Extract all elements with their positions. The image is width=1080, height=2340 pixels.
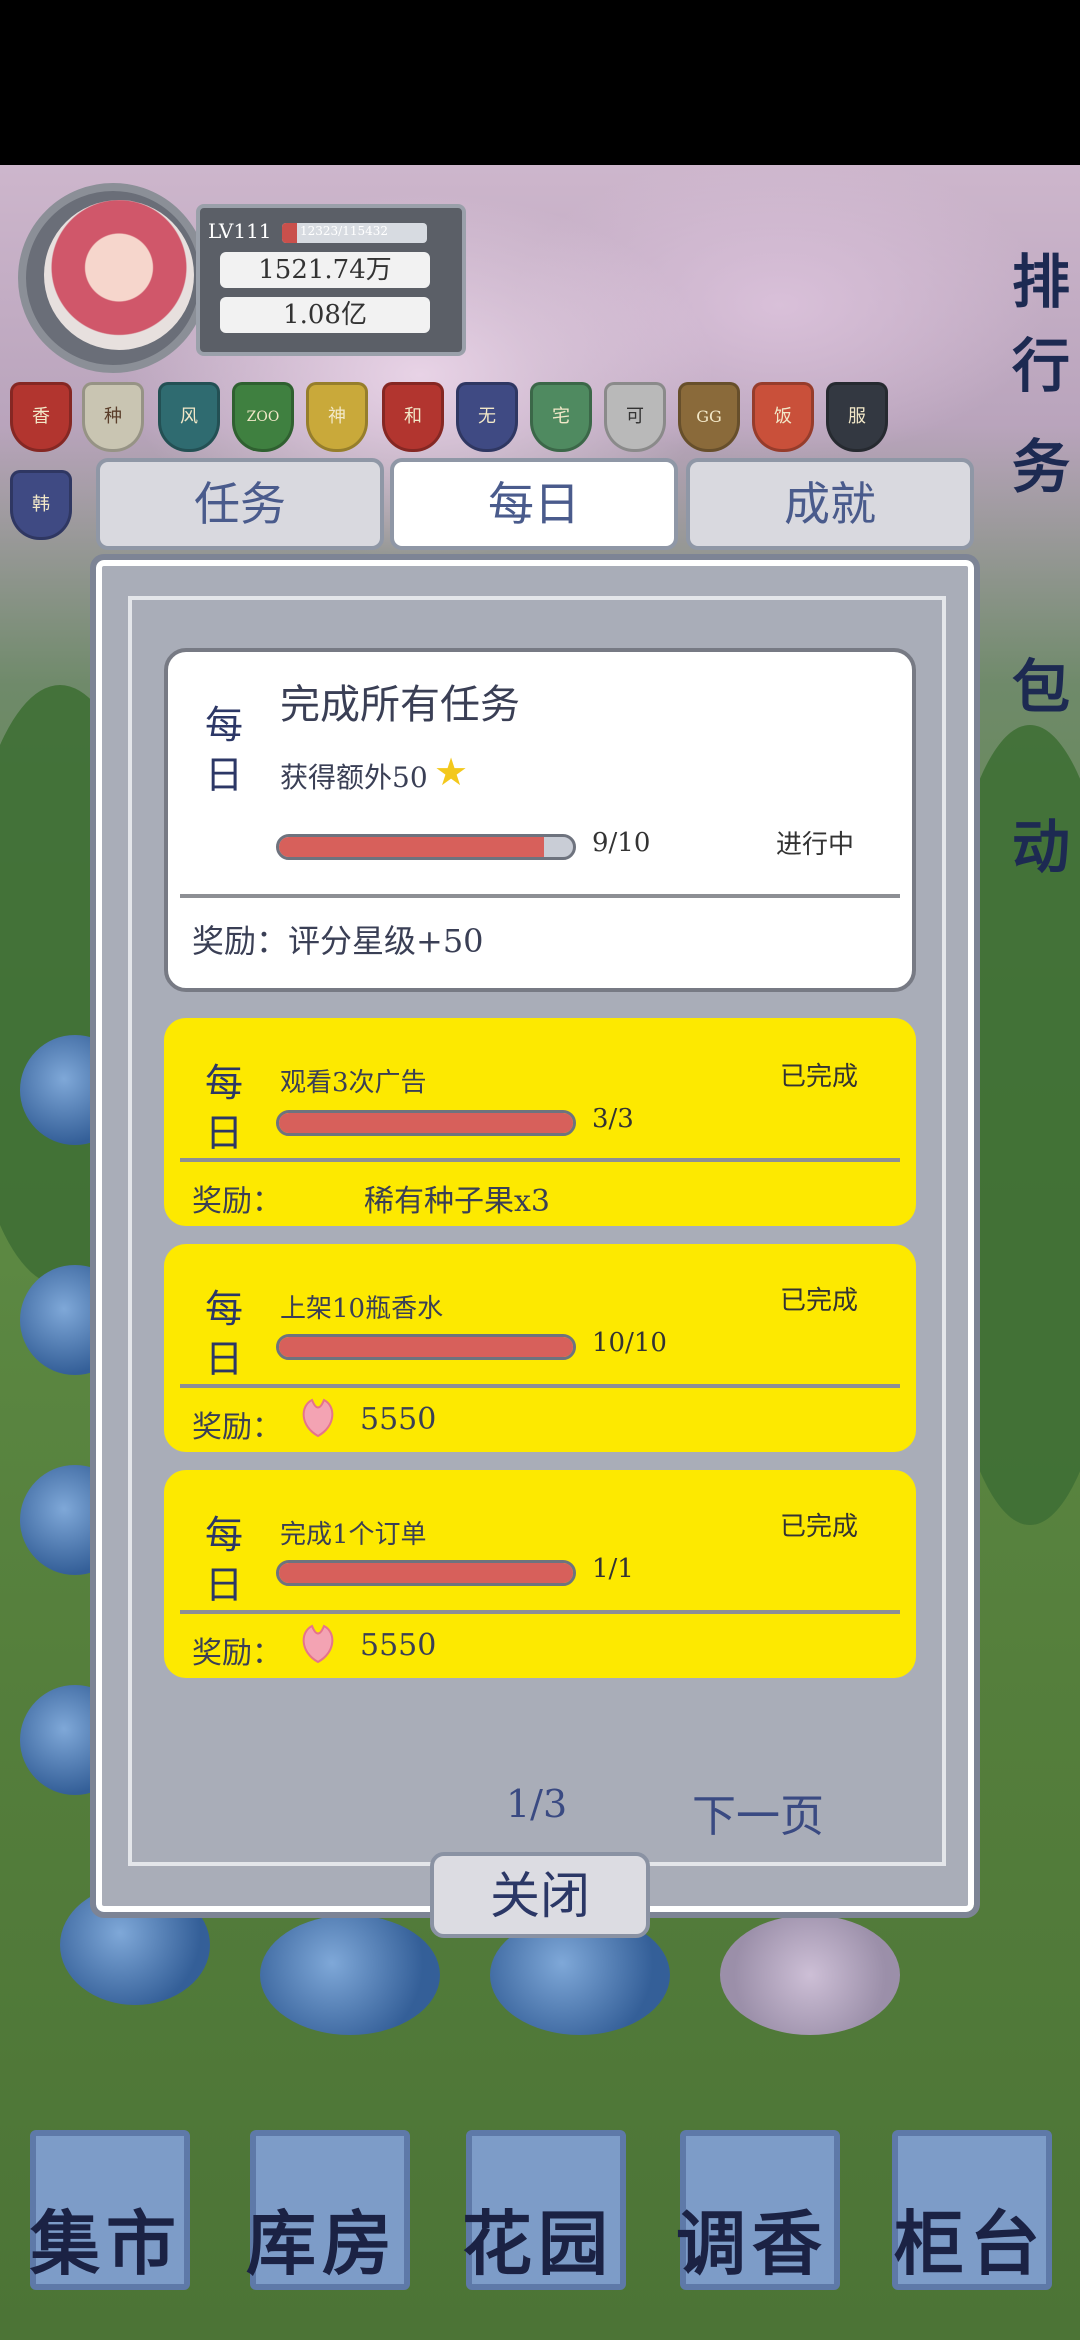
- task-progress-fill: [279, 1563, 573, 1583]
- tab-daily[interactable]: 每日: [390, 458, 678, 550]
- task-title: 完成1个订单: [280, 1520, 427, 1550]
- tab-tasks[interactable]: 任务: [96, 458, 384, 550]
- bag-button[interactable]: 包: [960, 640, 1070, 770]
- badge-11[interactable]: 服: [826, 382, 888, 452]
- level-label: LV111: [208, 219, 272, 243]
- currency-primary: 1521.74万: [220, 252, 430, 288]
- xp-text: 12323/115432: [300, 224, 389, 238]
- daily-label: 每日: [204, 1287, 243, 1381]
- reward-label: 奖励：: [192, 1184, 282, 1219]
- badge-9[interactable]: GG: [678, 382, 740, 452]
- task-progress: [276, 1560, 576, 1586]
- currency-secondary: 1.08亿: [220, 297, 430, 333]
- task-status: 已完成: [780, 1512, 859, 1542]
- ranking-button[interactable]: 排行: [960, 235, 1070, 400]
- daily-label: 每日: [204, 703, 243, 797]
- badge-5[interactable]: 和: [382, 382, 444, 452]
- task-status: 已完成: [780, 1062, 859, 1092]
- nav-counter[interactable]: 柜台: [894, 2188, 1046, 2289]
- badge-0[interactable]: 香: [10, 382, 72, 452]
- close-button[interactable]: 关闭: [430, 1852, 650, 1938]
- divider: [180, 1158, 900, 1162]
- task-progress: [276, 1334, 576, 1360]
- main-task-reward: 奖励：评分星级+50: [192, 922, 484, 960]
- task-progress: [276, 1110, 576, 1136]
- task-title: 上架10瓶香水: [280, 1294, 444, 1324]
- badge-4[interactable]: 神: [306, 382, 368, 452]
- badge-8[interactable]: 可: [604, 382, 666, 452]
- reward-value: 稀有种子果x3: [364, 1184, 551, 1219]
- main-task-status: 进行中: [776, 830, 855, 860]
- reward-value: 5550: [360, 1628, 437, 1663]
- main-task-progress-fill: [279, 837, 544, 857]
- task-progress-fill: [279, 1113, 573, 1133]
- main-task-progress: [276, 834, 576, 860]
- main-task-subtitle: 获得额外50: [280, 761, 428, 794]
- divider: [180, 1610, 900, 1614]
- badge-10[interactable]: 饭: [752, 382, 814, 452]
- nav-warehouse[interactable]: 库房: [246, 2188, 398, 2289]
- tasks-button[interactable]: 务: [960, 420, 1070, 550]
- badge-1[interactable]: 种: [82, 382, 144, 452]
- reward-label: 奖励：: [192, 1410, 282, 1445]
- xp-bar-fill: [282, 223, 297, 243]
- divider: [180, 1384, 900, 1388]
- badge-7[interactable]: 宅: [530, 382, 592, 452]
- task-progress-text: 1/1: [592, 1554, 634, 1584]
- nav-perfume[interactable]: 调香: [676, 2188, 828, 2289]
- petal-icon: [302, 1398, 334, 1438]
- task-status: 已完成: [780, 1286, 859, 1316]
- task-progress-text: 10/10: [592, 1328, 667, 1358]
- task-title: 观看3次广告: [280, 1068, 427, 1098]
- main-task-progress-text: 9/10: [592, 828, 651, 858]
- pond: [260, 1915, 440, 2035]
- main-task-title: 完成所有任务: [280, 682, 520, 728]
- task-progress-fill: [279, 1337, 573, 1357]
- badge-2[interactable]: 风: [158, 382, 220, 452]
- avatar[interactable]: [44, 200, 194, 350]
- petal-icon: [302, 1624, 334, 1664]
- reward-label: 奖励：: [192, 1636, 282, 1671]
- badge-12[interactable]: 韩: [10, 470, 72, 540]
- activity-button[interactable]: 动: [960, 800, 1070, 930]
- pond: [720, 1915, 900, 2035]
- page-indicator: 1/3: [506, 1782, 568, 1826]
- daily-label: 每日: [204, 1061, 243, 1155]
- task-progress-text: 3/3: [592, 1104, 634, 1134]
- reward-value: 5550: [360, 1402, 437, 1437]
- daily-label: 每日: [204, 1513, 243, 1607]
- badge-3[interactable]: ZOO: [232, 382, 294, 452]
- category-badges: 香 种 风 ZOO 神 和 无 宅 可 GG 饭 服: [10, 382, 890, 452]
- star-icon: ★: [434, 750, 469, 794]
- tab-achievements[interactable]: 成就: [686, 458, 974, 550]
- next-page-button[interactable]: 下一页: [692, 1780, 824, 1844]
- divider: [180, 894, 900, 898]
- badge-6[interactable]: 无: [456, 382, 518, 452]
- nav-market[interactable]: 集市: [30, 2188, 182, 2289]
- nav-garden[interactable]: 花园: [462, 2188, 614, 2289]
